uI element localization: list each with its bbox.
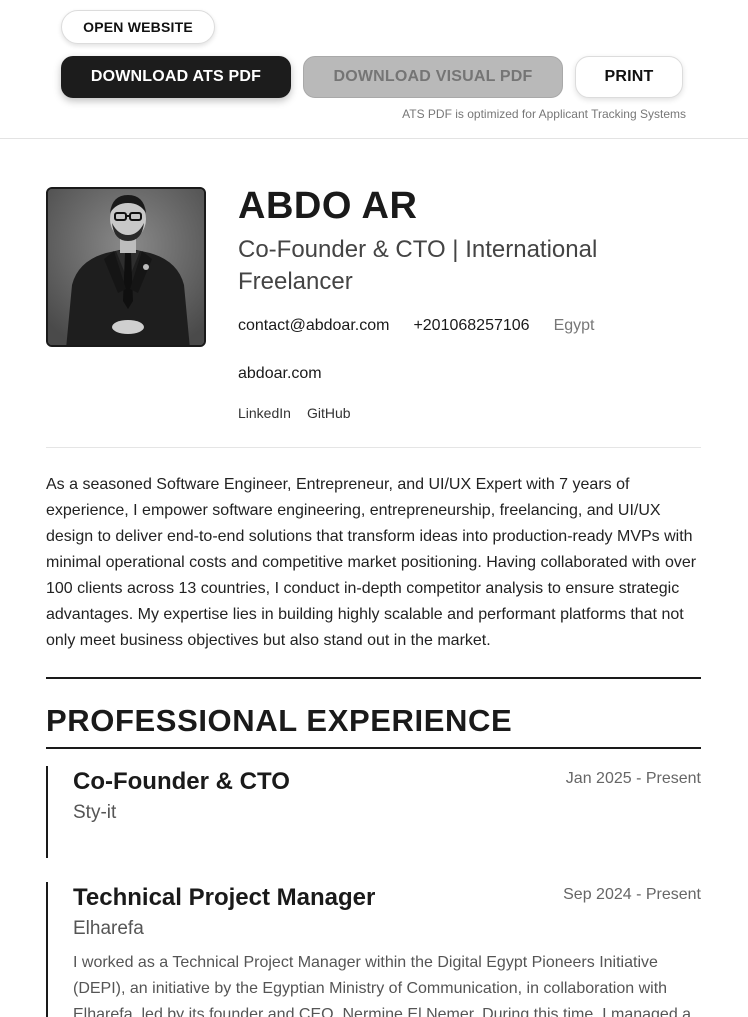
open-website-button[interactable]: OPEN WEBSITE (61, 10, 215, 44)
section-title-experience: PROFESSIONAL EXPERIENCE (46, 703, 513, 738)
ats-note: ATS PDF is optimized for Applicant Track… (402, 107, 686, 121)
job-title: Technical Project Manager (73, 884, 376, 911)
social-links: LinkedIn GitHub (238, 405, 367, 421)
experience-item: Technical Project Manager Elharefa Sep 2… (46, 882, 701, 1017)
github-link[interactable]: GitHub (307, 405, 351, 421)
portrait-image (48, 189, 204, 345)
job-dates: Sep 2024 - Present (563, 886, 701, 903)
profile-photo (46, 187, 206, 347)
profile-headline: Co-Founder & CTO | International Freelan… (238, 236, 598, 295)
profile-name: ABDO AR (238, 185, 418, 227)
action-toolbar: OPEN WEBSITE DOWNLOAD ATS PDF DOWNLOAD V… (0, 0, 748, 139)
print-button[interactable]: PRINT (575, 56, 683, 98)
website-link[interactable]: abdoar.com (238, 365, 322, 383)
email-link[interactable]: contact@abdoar.com (238, 317, 389, 335)
contact-row: contact@abdoar.com +201068257106 Egypt (238, 317, 618, 335)
profile-summary: As a seasoned Software Engineer, Entrepr… (46, 476, 697, 649)
job-company: Sty-it (73, 802, 117, 823)
download-ats-pdf-button[interactable]: DOWNLOAD ATS PDF (61, 56, 291, 98)
linkedin-link[interactable]: LinkedIn (238, 405, 291, 421)
section-divider-bottom (46, 747, 701, 749)
job-title: Co-Founder & CTO (73, 768, 290, 795)
experience-item: Co-Founder & CTO Sty-it Jan 2025 - Prese… (46, 766, 701, 858)
job-company: Elharefa (73, 918, 144, 939)
location-text: Egypt (553, 317, 595, 334)
section-divider-top (46, 677, 701, 679)
job-dates: Jan 2025 - Present (565, 770, 701, 787)
download-visual-pdf-button[interactable]: DOWNLOAD VISUAL PDF (303, 56, 563, 98)
header-divider (46, 447, 701, 448)
job-description: I worked as a Technical Project Manager … (73, 954, 692, 1017)
phone-link[interactable]: +201068257106 (413, 317, 529, 335)
